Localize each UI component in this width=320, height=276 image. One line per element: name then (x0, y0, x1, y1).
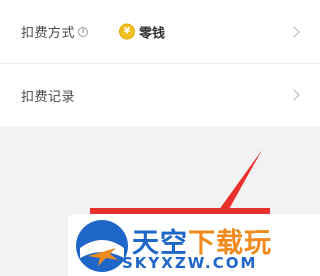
watermark-domain: SKYXZW.COM (122, 254, 258, 272)
